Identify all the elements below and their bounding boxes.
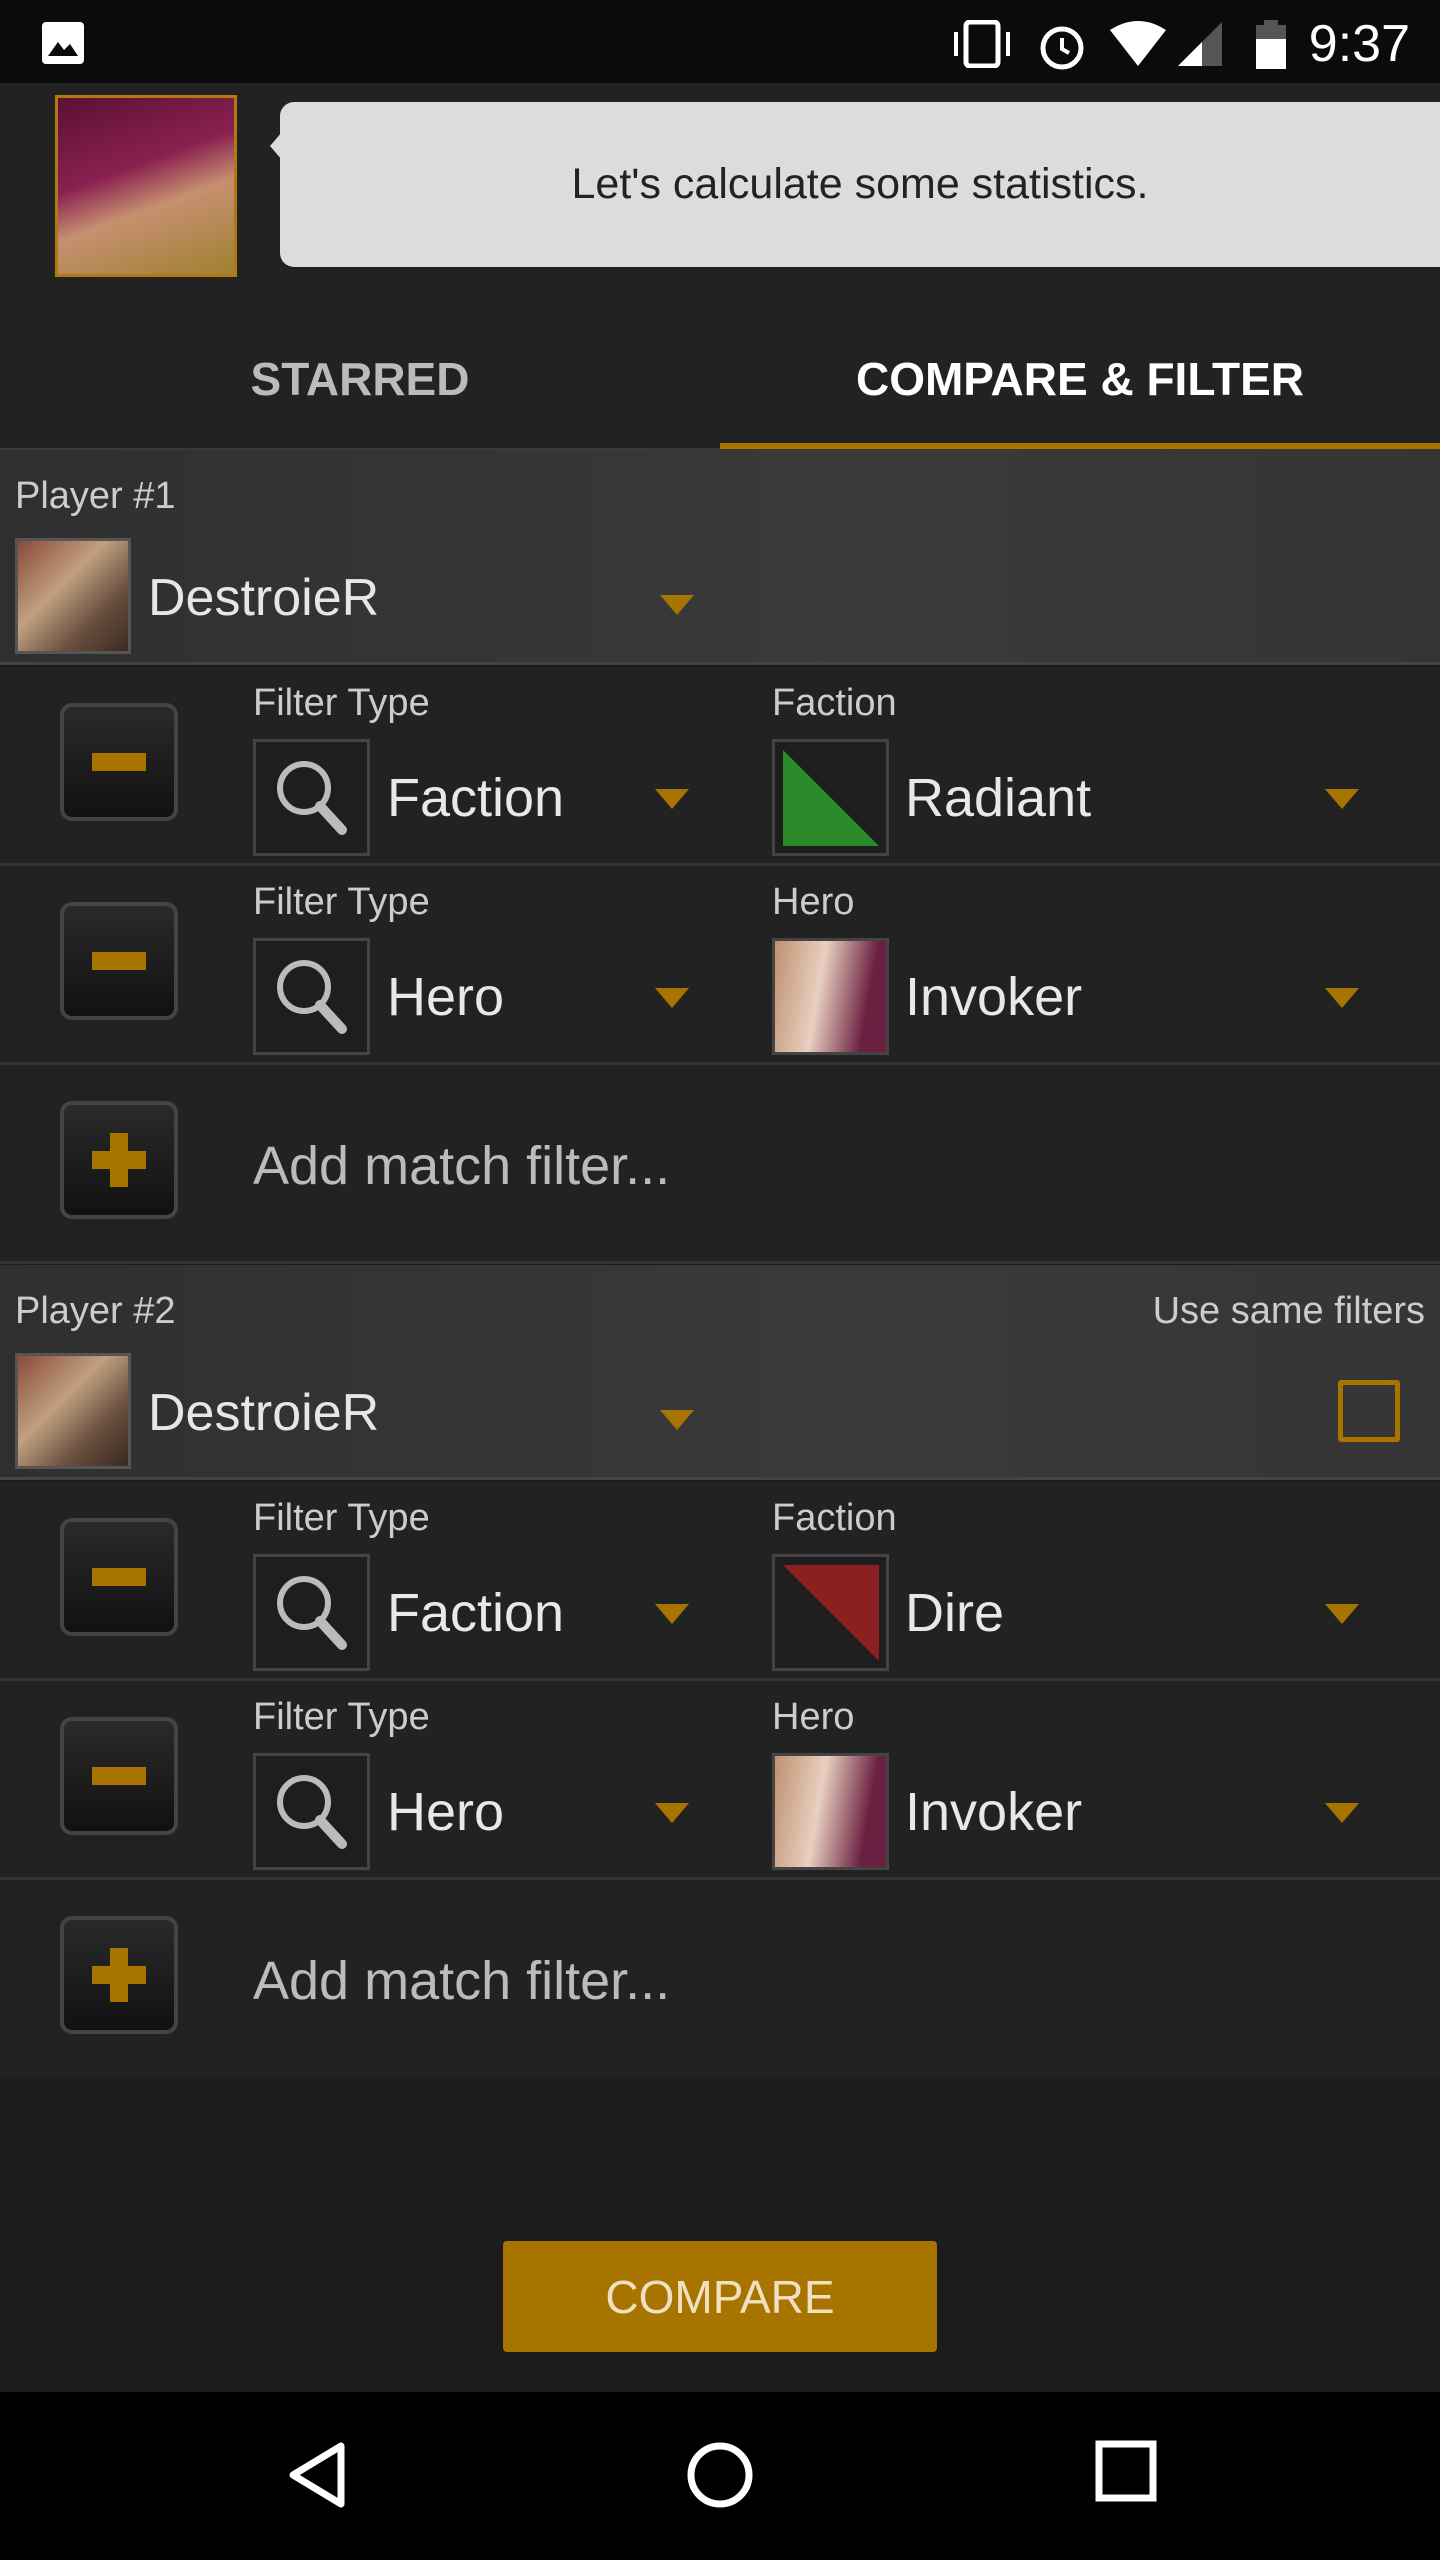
- dropdown-arrow-icon[interactable]: [1325, 1803, 1359, 1823]
- tab-starred[interactable]: STARRED: [0, 310, 720, 448]
- dropdown-arrow-icon[interactable]: [655, 1803, 689, 1823]
- minus-icon: [92, 753, 146, 771]
- signal-icon: [1178, 22, 1222, 66]
- invoker-portrait: [772, 1753, 889, 1870]
- plus-icon-vertical: [110, 1133, 128, 1187]
- dropdown-arrow-icon[interactable]: [655, 789, 689, 809]
- player-avatar: [15, 538, 131, 654]
- compare-button[interactable]: COMPARE: [503, 2241, 937, 2352]
- header: Let's calculate some statistics. STARRED…: [0, 83, 1440, 452]
- player-avatar: [15, 1353, 131, 1469]
- alarm-icon: [1040, 26, 1084, 70]
- minus-icon: [92, 1767, 146, 1785]
- player-select[interactable]: DestroieR: [148, 568, 379, 628]
- filter-row: Filter Type Hero Hero Invoker: [0, 866, 1440, 1065]
- dropdown-arrow-icon[interactable]: [1325, 988, 1359, 1008]
- filter-type-select[interactable]: Hero: [387, 1781, 504, 1843]
- add-filter-label[interactable]: Add match filter...: [253, 1950, 670, 2012]
- clock: 9:37: [1308, 15, 1410, 73]
- assistant-avatar: [55, 95, 237, 277]
- filter-type-label: Filter Type: [253, 1696, 430, 1738]
- filter-type-label: Filter Type: [253, 682, 430, 724]
- dropdown-arrow-icon[interactable]: [660, 595, 694, 615]
- add-filter-label[interactable]: Add match filter...: [253, 1135, 670, 1197]
- speech-bubble: Let's calculate some statistics.: [270, 102, 1440, 267]
- player-label: Player #2: [15, 1290, 176, 1332]
- recents-icon[interactable]: [1095, 2440, 1157, 2502]
- dropdown-arrow-icon[interactable]: [1325, 789, 1359, 809]
- use-same-filters-label: Use same filters: [1152, 1290, 1425, 1332]
- remove-filter-button[interactable]: [60, 1717, 178, 1835]
- remove-filter-button[interactable]: [60, 703, 178, 821]
- dropdown-arrow-icon[interactable]: [655, 988, 689, 1008]
- player-1-header: Player #1 DestroieR: [0, 450, 1440, 665]
- invoker-portrait: [772, 938, 889, 1055]
- search-icon: [253, 739, 370, 856]
- filter-value-label: Hero: [772, 1696, 855, 1738]
- filter-value-select[interactable]: Invoker: [905, 966, 1082, 1028]
- dropdown-arrow-icon[interactable]: [655, 1604, 689, 1624]
- tab-compare-filter[interactable]: COMPARE & FILTER: [720, 310, 1440, 448]
- add-filter-row[interactable]: Add match filter...: [0, 1065, 1440, 1264]
- remove-filter-button[interactable]: [60, 1518, 178, 1636]
- filter-type-label: Filter Type: [253, 881, 430, 923]
- status-bar: 9:37: [0, 0, 1440, 83]
- remove-filter-button[interactable]: [60, 902, 178, 1020]
- player-select[interactable]: DestroieR: [148, 1383, 379, 1443]
- battery-icon: [1256, 20, 1286, 69]
- search-icon: [253, 1554, 370, 1671]
- filter-value-select[interactable]: Dire: [905, 1582, 1004, 1644]
- filter-row: Filter Type Hero Hero Invoker: [0, 1681, 1440, 1880]
- filter-type-select[interactable]: Hero: [387, 966, 504, 1028]
- active-tab-indicator: [720, 443, 1440, 449]
- search-icon: [253, 1753, 370, 1870]
- filter-value-select[interactable]: Radiant: [905, 767, 1091, 829]
- image-icon: [42, 22, 84, 64]
- filter-row: Filter Type Faction Faction Radiant: [0, 667, 1440, 866]
- minus-icon: [92, 952, 146, 970]
- vibrate-icon: [954, 20, 1010, 68]
- search-icon: [253, 938, 370, 1055]
- navigation-bar: [0, 2392, 1440, 2560]
- player-label: Player #1: [15, 475, 176, 517]
- back-icon[interactable]: [285, 2440, 349, 2510]
- add-filter-button[interactable]: [60, 1101, 178, 1219]
- wifi-icon: [1110, 21, 1166, 66]
- home-icon[interactable]: [685, 2440, 755, 2510]
- filter-type-select[interactable]: Faction: [387, 767, 564, 829]
- bubble-text: Let's calculate some statistics.: [571, 160, 1149, 208]
- add-filter-row[interactable]: Add match filter...: [0, 1880, 1440, 2079]
- filter-type-label: Filter Type: [253, 1497, 430, 1539]
- minus-icon: [92, 1568, 146, 1586]
- plus-icon-vertical: [110, 1948, 128, 2002]
- dropdown-arrow-icon[interactable]: [1325, 1604, 1359, 1624]
- dire-icon: [772, 1554, 889, 1671]
- filter-value-label: Faction: [772, 1497, 897, 1539]
- filter-value-label: Hero: [772, 881, 855, 923]
- radiant-icon: [772, 739, 889, 856]
- filter-row: Filter Type Faction Faction Dire: [0, 1482, 1440, 1681]
- add-filter-button[interactable]: [60, 1916, 178, 2034]
- dropdown-arrow-icon[interactable]: [660, 1410, 694, 1430]
- filter-type-select[interactable]: Faction: [387, 1582, 564, 1644]
- use-same-filters-checkbox[interactable]: [1338, 1380, 1400, 1442]
- filter-value-select[interactable]: Invoker: [905, 1781, 1082, 1843]
- player-2-header: Player #2 Use same filters DestroieR: [0, 1265, 1440, 1480]
- filter-value-label: Faction: [772, 682, 897, 724]
